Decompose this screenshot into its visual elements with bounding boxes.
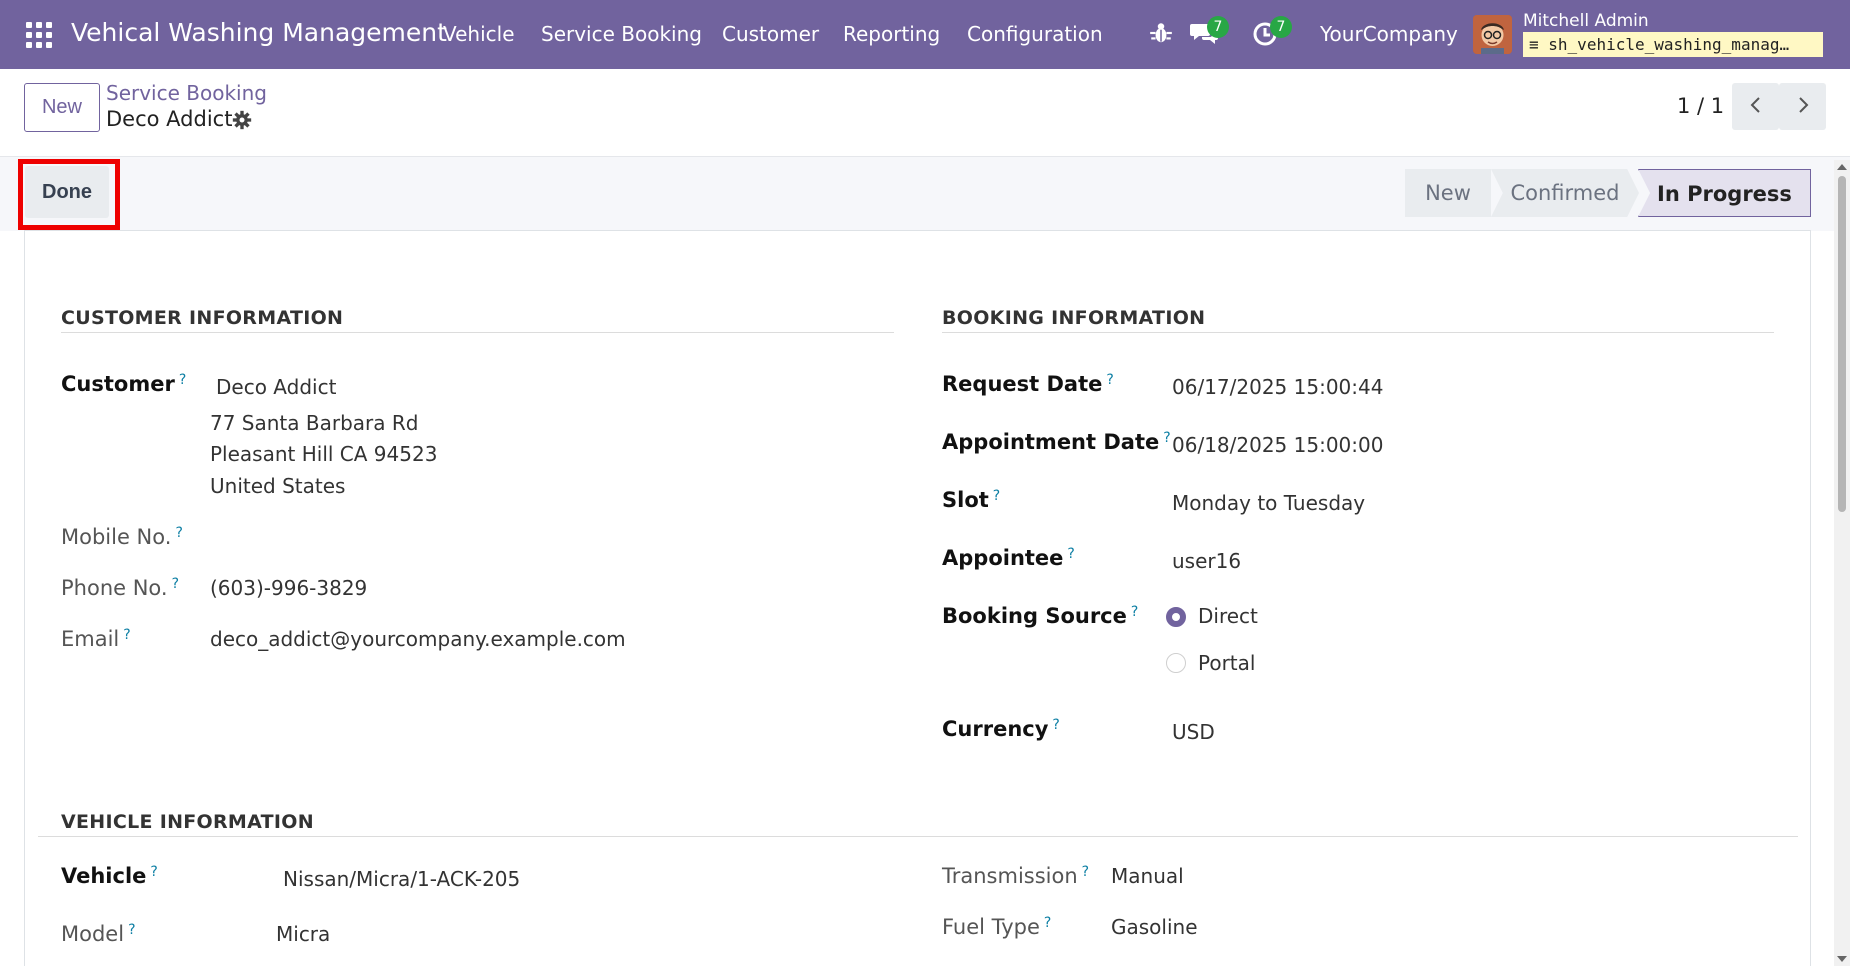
request-date-label: Request Date? bbox=[942, 372, 1114, 396]
vehicle-section-divider bbox=[38, 836, 1798, 837]
booking-source-portal-label[interactable]: Portal bbox=[1198, 651, 1255, 675]
customer-address-line1: 77 Santa Barbara Rd bbox=[210, 411, 419, 435]
pager-previous-button[interactable] bbox=[1732, 83, 1779, 130]
control-panel: New Service Booking Deco Addict 1 / 1 bbox=[0, 69, 1850, 157]
vehicle-information-title: VEHICLE INFORMATION bbox=[61, 811, 314, 833]
fuel-type-field[interactable]: Gasoline bbox=[1111, 915, 1198, 939]
scrollbar-thumb[interactable] bbox=[1838, 176, 1846, 512]
appointee-label: Appointee? bbox=[942, 546, 1075, 570]
help-icon[interactable]: ? bbox=[993, 488, 1000, 504]
vehicle-field[interactable]: Nissan/Micra/1-ACK-205 bbox=[283, 867, 520, 891]
customer-address-line3: United States bbox=[210, 474, 346, 498]
activities-badge: 7 bbox=[1270, 16, 1292, 38]
mobile-label: Mobile No.? bbox=[61, 525, 183, 549]
menu-configuration[interactable]: Configuration bbox=[967, 22, 1103, 46]
app-menu-grid-icon[interactable] bbox=[26, 22, 52, 48]
fuel-type-label: Fuel Type? bbox=[942, 915, 1052, 939]
pager-value[interactable]: 1 / 1 bbox=[1677, 94, 1724, 118]
app-title[interactable]: Vehical Washing Management bbox=[71, 18, 447, 47]
record-title: Deco Addict bbox=[106, 107, 233, 131]
email-field[interactable]: deco_addict@yourcompany.example.com bbox=[210, 627, 626, 651]
appointment-date-label: Appointment Date? bbox=[942, 430, 1171, 454]
help-icon[interactable]: ? bbox=[1052, 717, 1059, 733]
appointee-field[interactable]: user16 bbox=[1172, 549, 1241, 573]
help-icon[interactable]: ? bbox=[123, 627, 130, 643]
help-icon[interactable]: ? bbox=[1082, 864, 1089, 880]
appointment-date-field[interactable]: 06/18/2025 15:00:00 bbox=[1172, 433, 1383, 457]
database-icon: ≡ bbox=[1529, 35, 1539, 54]
slot-label: Slot? bbox=[942, 488, 1001, 512]
help-icon[interactable]: ? bbox=[128, 922, 135, 938]
help-icon[interactable]: ? bbox=[150, 864, 157, 880]
menu-customer[interactable]: Customer bbox=[722, 22, 819, 46]
help-icon[interactable]: ? bbox=[1067, 546, 1074, 562]
currency-label: Currency? bbox=[942, 717, 1060, 741]
help-icon[interactable]: ? bbox=[1106, 372, 1113, 388]
database-name: ≡ sh_vehicle_washing_manag… bbox=[1523, 32, 1823, 57]
user-name[interactable]: Mitchell Admin bbox=[1523, 11, 1649, 31]
company-switcher[interactable]: YourCompany bbox=[1320, 22, 1458, 46]
slot-field[interactable]: Monday to Tuesday bbox=[1172, 491, 1365, 515]
booking-section-divider bbox=[942, 332, 1774, 333]
request-date-field[interactable]: 06/17/2025 15:00:44 bbox=[1172, 375, 1383, 399]
phone-field[interactable]: (603)-996-3829 bbox=[210, 576, 367, 600]
scroll-up-arrow-icon[interactable] bbox=[1837, 164, 1847, 170]
activity-clock-icon[interactable]: 7 bbox=[1252, 16, 1292, 50]
booking-source-direct-radio[interactable] bbox=[1166, 607, 1186, 627]
messages-badge: 7 bbox=[1207, 16, 1229, 38]
pager-next-button[interactable] bbox=[1779, 83, 1826, 130]
help-icon[interactable]: ? bbox=[179, 372, 186, 388]
booking-source-label: Booking Source? bbox=[942, 604, 1139, 628]
top-navbar: Vehical Washing Management Vehicle Servi… bbox=[0, 0, 1850, 69]
model-field[interactable]: Micra bbox=[276, 922, 330, 946]
transmission-label: Transmission? bbox=[942, 864, 1090, 888]
booking-source-direct-label[interactable]: Direct bbox=[1198, 604, 1258, 628]
vertical-scrollbar[interactable] bbox=[1834, 160, 1850, 966]
customer-information-title: CUSTOMER INFORMATION bbox=[61, 307, 344, 329]
database-label: sh_vehicle_washing_manag… bbox=[1548, 35, 1790, 54]
transmission-field[interactable]: Manual bbox=[1111, 864, 1184, 888]
help-icon[interactable]: ? bbox=[172, 576, 179, 592]
booking-source-portal-radio[interactable] bbox=[1166, 653, 1186, 673]
breadcrumb-service-booking[interactable]: Service Booking bbox=[106, 81, 267, 105]
done-button[interactable]: Done bbox=[25, 166, 109, 218]
help-icon[interactable]: ? bbox=[1131, 604, 1138, 620]
user-avatar[interactable] bbox=[1473, 15, 1512, 54]
vehicle-label: Vehicle? bbox=[61, 864, 158, 888]
customer-name-field[interactable]: Deco Addict bbox=[216, 375, 336, 399]
stage-new[interactable]: New bbox=[1405, 169, 1491, 217]
customer-section-divider bbox=[61, 332, 894, 333]
help-icon[interactable]: ? bbox=[1044, 915, 1051, 931]
new-button[interactable]: New bbox=[24, 83, 100, 132]
menu-service-booking[interactable]: Service Booking bbox=[541, 22, 702, 46]
scroll-down-arrow-icon[interactable] bbox=[1837, 956, 1847, 962]
currency-field[interactable]: USD bbox=[1172, 720, 1215, 744]
gear-icon[interactable] bbox=[232, 110, 252, 130]
booking-information-title: BOOKING INFORMATION bbox=[942, 307, 1206, 329]
stage-in-progress[interactable]: In Progress bbox=[1638, 169, 1811, 217]
email-label: Email? bbox=[61, 627, 131, 651]
customer-address-line2: Pleasant Hill CA 94523 bbox=[210, 442, 438, 466]
menu-vehicle[interactable]: Vehicle bbox=[443, 22, 515, 46]
model-label: Model? bbox=[61, 922, 136, 946]
chevron-left-icon bbox=[1750, 97, 1760, 113]
stage-confirmed[interactable]: Confirmed bbox=[1491, 169, 1639, 217]
menu-reporting[interactable]: Reporting bbox=[843, 22, 940, 46]
phone-label: Phone No.? bbox=[61, 576, 180, 600]
bug-icon[interactable] bbox=[1148, 20, 1178, 50]
chevron-right-icon bbox=[1798, 97, 1808, 113]
messages-icon[interactable]: 7 bbox=[1189, 16, 1229, 50]
customer-label: Customer? bbox=[61, 372, 187, 396]
help-icon[interactable]: ? bbox=[175, 525, 182, 541]
help-icon[interactable]: ? bbox=[1163, 430, 1170, 446]
